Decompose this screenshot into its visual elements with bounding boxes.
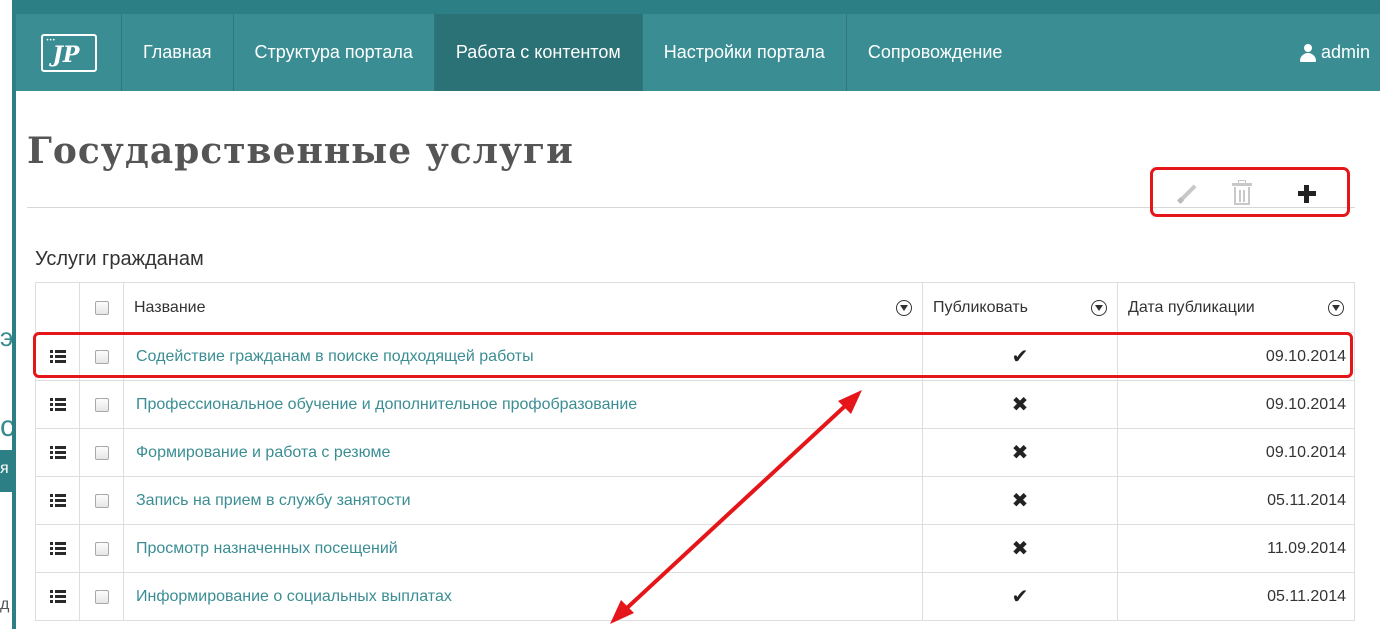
column-header-date[interactable]: Дата публикации <box>1117 282 1355 333</box>
publish-date: 09.10.2014 <box>1117 380 1355 429</box>
drag-handle-icon[interactable] <box>49 542 66 555</box>
publish-date: 05.11.2014 <box>1117 476 1355 525</box>
brand[interactable]: ••• JP <box>16 14 122 91</box>
services-table: Название Публиковать Дата публикации Сод… <box>35 282 1355 621</box>
drag-handle-icon[interactable] <box>49 398 66 411</box>
row-checkbox[interactable] <box>94 349 109 364</box>
select-all-checkbox[interactable] <box>94 300 109 315</box>
name-cell: Запись на прием в службу занятости <box>123 476 923 525</box>
name-cell: Информирование о социальных выплатах <box>123 572 923 621</box>
nav-item-support[interactable]: Сопровождение <box>847 14 1024 91</box>
column-header-date-label: Дата публикации <box>1128 298 1255 316</box>
top-navbar: ••• JP Главная Структура портала Работа … <box>16 14 1380 91</box>
publish-status: ✔ <box>922 572 1118 621</box>
filter-icon[interactable] <box>896 300 912 316</box>
drag-cell <box>35 380 80 429</box>
page-title: Государственные услуги <box>27 130 574 172</box>
user-icon <box>1299 43 1317 62</box>
checkbox-cell <box>79 332 124 381</box>
action-toolbar <box>1150 167 1350 217</box>
checkbox-cell <box>79 428 124 477</box>
drag-cell <box>35 524 80 573</box>
drag-handle-icon[interactable] <box>49 350 66 363</box>
plus-icon[interactable] <box>1293 180 1319 206</box>
service-link[interactable]: Содействие гражданам в поиске подходящей… <box>136 348 534 365</box>
drag-handle-icon[interactable] <box>49 494 66 507</box>
drag-handle-icon[interactable] <box>49 446 66 459</box>
name-cell: Формирование и работа с резюме <box>123 428 923 477</box>
background-fragment: д <box>0 596 10 613</box>
drag-cell <box>35 572 80 621</box>
checkbox-cell <box>79 572 124 621</box>
background-fragment: я <box>0 460 9 477</box>
nav-item-content[interactable]: Работа с контентом <box>434 14 643 91</box>
publish-date: 05.11.2014 <box>1117 572 1355 621</box>
service-link[interactable]: Профессиональное обучение и дополнительн… <box>136 396 637 413</box>
nav-item-home[interactable]: Главная <box>122 14 234 91</box>
row-checkbox[interactable] <box>94 541 109 556</box>
service-link[interactable]: Информирование о социальных выплатах <box>136 588 452 605</box>
name-cell: Просмотр назначенных посещений <box>123 524 923 573</box>
table-row[interactable]: Запись на прием в службу занятости ✖ 05.… <box>35 476 1355 525</box>
table-header-row: Название Публиковать Дата публикации <box>35 282 1355 333</box>
user-menu[interactable]: admin <box>1299 14 1380 91</box>
table-row[interactable]: Информирование о социальных выплатах ✔ 0… <box>35 572 1355 621</box>
publish-date: 11.09.2014 <box>1117 524 1355 573</box>
drag-cell <box>35 428 80 477</box>
service-link[interactable]: Формирование и работа с резюме <box>136 444 390 461</box>
filter-icon[interactable] <box>1328 300 1344 316</box>
name-cell: Профессиональное обучение и дополнительн… <box>123 380 923 429</box>
drag-column-header <box>35 282 80 333</box>
publish-status: ✖ <box>922 476 1118 525</box>
drag-cell <box>35 332 80 381</box>
row-checkbox[interactable] <box>94 397 109 412</box>
filter-icon[interactable] <box>1091 300 1107 316</box>
checkbox-cell <box>79 476 124 525</box>
select-all-cell <box>79 282 124 333</box>
column-header-publish[interactable]: Публиковать <box>922 282 1118 333</box>
publish-status: ✖ <box>922 428 1118 477</box>
nav-item-portal-structure[interactable]: Структура портала <box>234 14 435 91</box>
drag-cell <box>35 476 80 525</box>
service-link[interactable]: Просмотр назначенных посещений <box>136 540 398 557</box>
checkbox-cell <box>79 380 124 429</box>
row-checkbox[interactable] <box>94 589 109 604</box>
row-checkbox[interactable] <box>94 493 109 508</box>
publish-date: 09.10.2014 <box>1117 332 1355 381</box>
nav-item-portal-settings[interactable]: Настройки портала <box>643 14 847 91</box>
portal-logo-icon[interactable]: ••• JP <box>40 33 97 72</box>
table-row[interactable]: Содействие гражданам в поиске подходящей… <box>35 332 1355 381</box>
table-row[interactable]: Просмотр назначенных посещений ✖ 11.09.2… <box>35 524 1355 573</box>
pencil-icon[interactable] <box>1175 180 1201 206</box>
publish-status: ✖ <box>922 524 1118 573</box>
table-row[interactable]: Профессиональное обучение и дополнительн… <box>35 380 1355 429</box>
drag-handle-icon[interactable] <box>49 590 66 603</box>
service-link[interactable]: Запись на прием в службу занятости <box>136 492 411 509</box>
column-header-publish-label: Публиковать <box>933 298 1029 316</box>
column-header-name[interactable]: Название <box>123 282 923 333</box>
publish-status: ✔ <box>922 332 1118 381</box>
table-row[interactable]: Формирование и работа с резюме ✖ 09.10.2… <box>35 428 1355 477</box>
section-title: Услуги гражданам <box>35 248 204 270</box>
user-name: admin <box>1320 42 1370 62</box>
background-window-strip: э с я д <box>0 0 15 629</box>
publish-status: ✖ <box>922 380 1118 429</box>
column-header-name-label: Название <box>134 298 206 316</box>
row-checkbox[interactable] <box>94 445 109 460</box>
name-cell: Содействие гражданам в поиске подходящей… <box>123 332 923 381</box>
publish-date: 09.10.2014 <box>1117 428 1355 477</box>
trash-icon[interactable] <box>1229 180 1255 206</box>
checkbox-cell <box>79 524 124 573</box>
